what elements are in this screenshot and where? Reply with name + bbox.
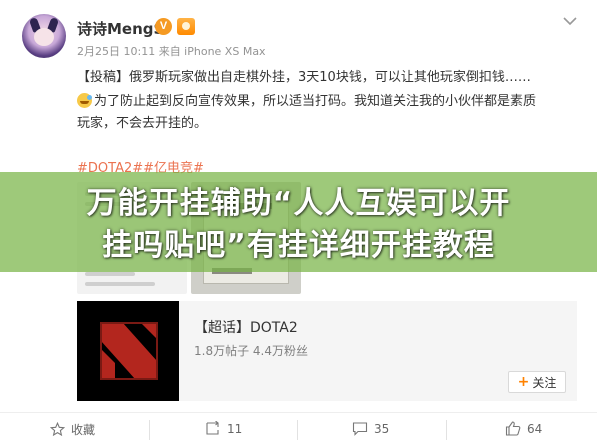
action-bar-divider — [0, 412, 597, 413]
post-text-line-3: 玩家，不会去开挂的。 — [77, 116, 208, 131]
repost-count: 11 — [227, 421, 243, 436]
repost-button[interactable]: 11 — [205, 421, 242, 436]
star-icon — [50, 422, 65, 437]
avatar[interactable] — [22, 14, 66, 58]
image-text-line — [85, 272, 135, 276]
plus-icon: + — [517, 374, 530, 390]
comment-count: 35 — [374, 421, 390, 436]
repost-icon — [206, 421, 219, 435]
comment-icon — [352, 422, 368, 436]
like-button[interactable]: 64 — [505, 421, 542, 436]
post-text-line-1: 【投稿】俄罗斯玩家做出自走棋外挂，3天10块钱，可以让其他玩家倒扣钱…… — [77, 70, 531, 85]
sweat-smile-emoji-icon — [77, 93, 92, 108]
follow-button[interactable]: + 关注 — [508, 371, 566, 393]
chevron-down-icon[interactable] — [561, 12, 579, 30]
post-text-line-2: 为了防止起到反向宣传效果，所以适当打码。我知道关注我的小伙伴都是素质 — [77, 90, 536, 109]
action-separator — [297, 420, 298, 440]
weibo-post: 诗诗MengS V 2月25日 10:11 来自 iPhone XS Max 【… — [0, 0, 597, 446]
username[interactable]: 诗诗MengS — [77, 18, 164, 39]
action-separator — [149, 420, 150, 440]
avatar-face — [34, 28, 54, 46]
like-icon — [505, 421, 521, 436]
supertopic-stats: 1.8万帖子 4.4万粉丝 — [194, 344, 308, 358]
promo-banner-title: 万能开挂辅助“人人互娱可以开 挂吗贴吧”有挂详细开挂教程 — [0, 183, 597, 267]
post-meta: 2月25日 10:11 来自 iPhone XS Max — [77, 45, 266, 58]
dota2-logo-graphic — [77, 301, 179, 401]
post-text-line-2-content: 为了防止起到反向宣传效果，所以适当打码。我知道关注我的小伙伴都是素质 — [94, 94, 537, 109]
medal-icon — [177, 18, 195, 35]
like-count: 64 — [527, 421, 543, 436]
promo-banner-title-line-2: 挂吗贴吧”有挂详细开挂教程 — [102, 228, 495, 263]
vip-badge: V — [155, 18, 172, 35]
image-text-line — [85, 282, 155, 286]
supertopic-title: 【超话】DOTA2 — [194, 320, 298, 336]
favorite-label: 收藏 — [71, 423, 96, 437]
action-separator — [446, 420, 447, 440]
dota2-logo-icon — [77, 301, 179, 401]
favorite-button[interactable]: 收藏 — [50, 421, 95, 438]
promo-banner-title-line-1: 万能开挂辅助“人人互娱可以开 — [86, 186, 511, 221]
supertopic-card[interactable]: 【超话】DOTA2 1.8万帖子 4.4万粉丝 + 关注 — [77, 301, 577, 401]
comment-button[interactable]: 35 — [352, 421, 389, 436]
follow-button-label: 关注 — [532, 375, 557, 390]
